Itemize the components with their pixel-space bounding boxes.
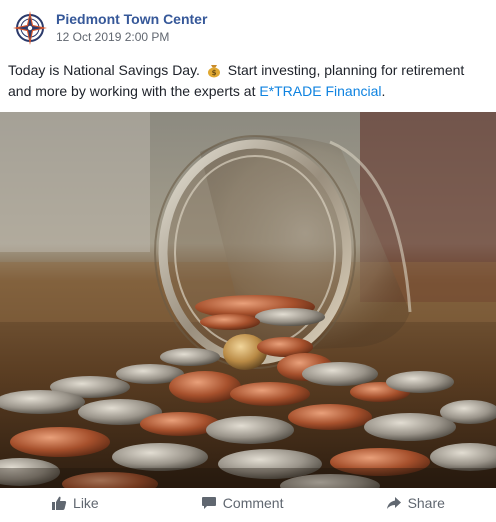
post-text-intro: Today is National Savings Day. (8, 62, 200, 78)
share-button[interactable]: Share (386, 495, 445, 511)
like-label: Like (73, 495, 99, 511)
comment-label: Comment (222, 495, 284, 511)
compass-logo-icon[interactable] (12, 10, 48, 46)
svg-text:$: $ (211, 69, 216, 77)
post-text-end: . (381, 83, 386, 99)
post-actions: Like Comment Share (0, 488, 496, 518)
money-bag-icon: $ (207, 65, 220, 78)
thumbs-up-icon (52, 496, 67, 510)
comment-button[interactable]: Comment (201, 495, 284, 511)
etrade-link[interactable]: E*TRADE Financial (259, 83, 381, 99)
share-label: Share (407, 495, 445, 511)
page-name-link[interactable]: Piedmont Town Center (56, 11, 207, 27)
post-timestamp[interactable]: 12 Oct 2019 2:00 PM (56, 29, 207, 45)
facebook-post: Piedmont Town Center 12 Oct 2019 2:00 PM… (0, 0, 496, 522)
like-button[interactable]: Like (51, 495, 99, 511)
post-header: Piedmont Town Center 12 Oct 2019 2:00 PM (12, 10, 207, 46)
comment-icon (201, 497, 216, 509)
post-photo-coin-jar[interactable] (0, 112, 496, 488)
post-text: Today is National Savings Day. $ Start i… (8, 60, 488, 102)
share-arrow-icon (386, 497, 401, 509)
